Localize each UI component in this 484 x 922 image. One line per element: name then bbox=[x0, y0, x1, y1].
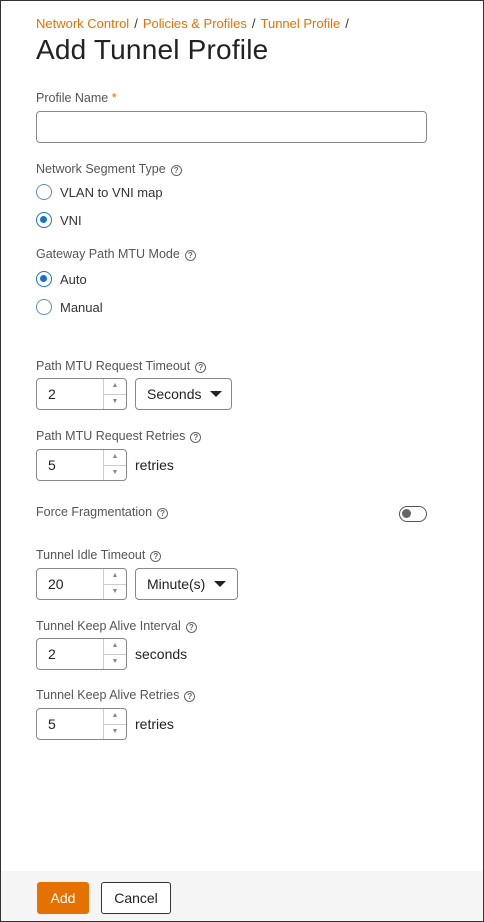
force-fragmentation-label-text: Force Fragmentation bbox=[36, 505, 153, 519]
profile-name-label-text: Profile Name bbox=[36, 91, 109, 105]
radio-label: VLAN to VNI map bbox=[60, 184, 163, 200]
tunnel-keep-alive-interval-label-text: Tunnel Keep Alive Interval bbox=[36, 619, 181, 633]
tunnel-keep-alive-retries-label-text: Tunnel Keep Alive Retries bbox=[36, 688, 180, 702]
stepper-up-icon[interactable]: ▲ bbox=[104, 450, 126, 466]
profile-name-label: Profile Name * bbox=[36, 91, 117, 105]
radio-checked-icon[interactable] bbox=[36, 271, 52, 287]
retries-unit-label: retries bbox=[135, 716, 174, 732]
tunnel-idle-timeout-label-text: Tunnel Idle Timeout bbox=[36, 548, 146, 562]
help-icon[interactable]: ? bbox=[185, 622, 197, 633]
page-title: Add Tunnel Profile bbox=[36, 34, 269, 65]
radio-vlan-to-vni-map[interactable]: VLAN to VNI map bbox=[36, 184, 163, 200]
force-fragmentation-label: Force Fragmentation? bbox=[36, 505, 169, 519]
tunnel-keep-alive-interval-stepper[interactable]: 2 ▲ ▼ bbox=[36, 638, 127, 670]
network-segment-type-label-text: Network Segment Type bbox=[36, 162, 166, 176]
path-mtu-request-retries-stepper[interactable]: 5 ▲ ▼ bbox=[36, 449, 127, 481]
radio-manual[interactable]: Manual bbox=[36, 299, 103, 315]
gateway-path-mtu-mode-label: Gateway Path MTU Mode? bbox=[36, 247, 196, 261]
tunnel-keep-alive-retries-label: Tunnel Keep Alive Retries? bbox=[36, 688, 196, 702]
stepper-up-icon[interactable]: ▲ bbox=[104, 639, 126, 655]
stepper-value[interactable]: 2 bbox=[37, 639, 103, 669]
help-icon[interactable]: ? bbox=[184, 250, 196, 261]
select-value: Minute(s) bbox=[147, 576, 206, 592]
tunnel-keep-alive-retries-stepper[interactable]: 5 ▲ ▼ bbox=[36, 708, 127, 740]
stepper-up-icon[interactable]: ▲ bbox=[104, 709, 126, 725]
required-mark: * bbox=[111, 91, 117, 105]
breadcrumb-policies-profiles[interactable]: Policies & Profiles bbox=[143, 16, 247, 31]
stepper-value[interactable]: 2 bbox=[37, 379, 103, 409]
gateway-path-mtu-mode-label-text: Gateway Path MTU Mode bbox=[36, 247, 180, 261]
path-mtu-request-timeout-stepper[interactable]: 2 ▲ ▼ bbox=[36, 378, 127, 410]
stepper-arrows: ▲ ▼ bbox=[103, 639, 126, 669]
stepper-down-icon[interactable]: ▼ bbox=[104, 395, 126, 410]
stepper-value[interactable]: 20 bbox=[37, 569, 103, 599]
breadcrumb-network-control[interactable]: Network Control bbox=[36, 16, 129, 31]
path-mtu-request-retries-label-text: Path MTU Request Retries bbox=[36, 429, 186, 443]
stepper-down-icon[interactable]: ▼ bbox=[104, 466, 126, 481]
network-segment-type-label: Network Segment Type? bbox=[36, 162, 182, 176]
stepper-arrows: ▲ ▼ bbox=[103, 450, 126, 480]
help-icon[interactable]: ? bbox=[157, 508, 169, 519]
tunnel-idle-timeout-label: Tunnel Idle Timeout? bbox=[36, 548, 162, 562]
stepper-value[interactable]: 5 bbox=[37, 450, 103, 480]
radio-label: Manual bbox=[60, 299, 103, 315]
stepper-arrows: ▲ ▼ bbox=[103, 379, 126, 409]
radio-auto[interactable]: Auto bbox=[36, 271, 87, 287]
breadcrumb-tunnel-profile[interactable]: Tunnel Profile bbox=[261, 16, 341, 31]
path-mtu-timeout-unit-select[interactable]: Seconds bbox=[135, 378, 232, 410]
radio-checked-icon[interactable] bbox=[36, 212, 52, 228]
radio-vni[interactable]: VNI bbox=[36, 212, 82, 228]
add-button[interactable]: Add bbox=[37, 882, 89, 914]
tunnel-keep-alive-interval-label: Tunnel Keep Alive Interval? bbox=[36, 619, 197, 633]
retries-unit-label: retries bbox=[135, 457, 174, 473]
radio-unchecked-icon[interactable] bbox=[36, 184, 52, 200]
breadcrumb-separator: / bbox=[251, 16, 256, 31]
tunnel-idle-timeout-stepper[interactable]: 20 ▲ ▼ bbox=[36, 568, 127, 600]
force-fragmentation-toggle[interactable] bbox=[399, 506, 427, 522]
stepper-down-icon[interactable]: ▼ bbox=[104, 585, 126, 600]
caret-down-icon bbox=[214, 581, 227, 587]
profile-name-input[interactable] bbox=[36, 111, 427, 143]
caret-down-icon bbox=[210, 391, 223, 397]
breadcrumb-separator: / bbox=[345, 16, 349, 31]
help-icon[interactable]: ? bbox=[184, 691, 196, 702]
stepper-down-icon[interactable]: ▼ bbox=[104, 655, 126, 670]
stepper-value[interactable]: 5 bbox=[37, 709, 103, 739]
radio-label: VNI bbox=[60, 212, 82, 228]
stepper-arrows: ▲ ▼ bbox=[103, 569, 126, 599]
select-value: Seconds bbox=[147, 386, 202, 402]
stepper-up-icon[interactable]: ▲ bbox=[104, 569, 126, 585]
path-mtu-request-retries-label: Path MTU Request Retries? bbox=[36, 429, 202, 443]
help-icon[interactable]: ? bbox=[190, 432, 202, 443]
help-icon[interactable]: ? bbox=[170, 165, 182, 176]
breadcrumb-separator: / bbox=[134, 16, 138, 31]
radio-label: Auto bbox=[60, 271, 87, 287]
seconds-unit-label: seconds bbox=[135, 646, 188, 662]
path-mtu-request-timeout-label-text: Path MTU Request Timeout bbox=[36, 359, 191, 373]
radio-unchecked-icon[interactable] bbox=[36, 299, 52, 315]
stepper-down-icon[interactable]: ▼ bbox=[104, 725, 126, 740]
help-icon[interactable]: ? bbox=[150, 551, 162, 562]
stepper-arrows: ▲ ▼ bbox=[103, 709, 126, 739]
stepper-up-icon[interactable]: ▲ bbox=[104, 379, 126, 395]
path-mtu-request-timeout-label: Path MTU Request Timeout? bbox=[36, 359, 207, 373]
help-icon[interactable]: ? bbox=[195, 362, 207, 373]
tunnel-idle-timeout-unit-select[interactable]: Minute(s) bbox=[135, 568, 238, 600]
cancel-button[interactable]: Cancel bbox=[101, 882, 171, 914]
breadcrumb: Network Control / Policies & Profiles / Tunn… bbox=[36, 16, 354, 31]
